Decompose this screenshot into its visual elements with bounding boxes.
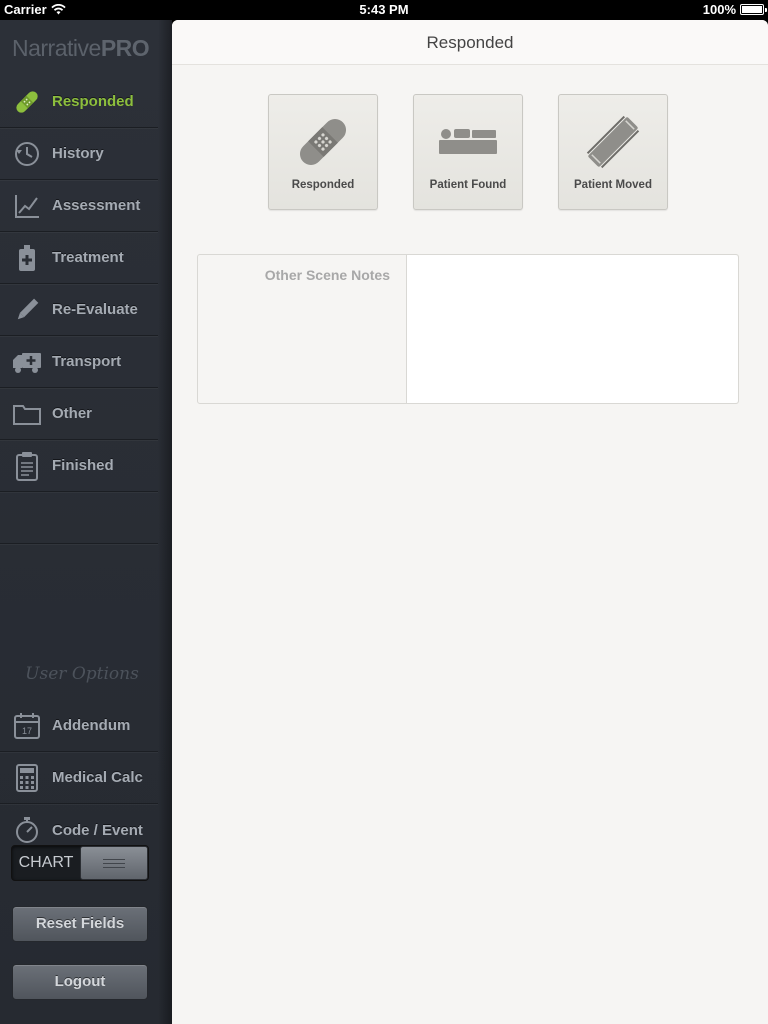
sidebar-item-label: Treatment	[52, 249, 124, 266]
clipboard-icon	[12, 451, 42, 481]
user-options-heading: User Options	[25, 664, 139, 684]
grip-icon	[103, 858, 125, 868]
scene-notes-group: Other Scene Notes	[197, 254, 739, 404]
sidebar-item-label: Responded	[52, 93, 134, 110]
sidebar-item-label: Code / Event	[52, 821, 143, 839]
tile-label: Patient Found	[429, 179, 507, 191]
tile-label: Patient Moved	[574, 179, 652, 191]
responded-tile-button[interactable]: Responded	[268, 94, 378, 210]
sidebar-item-assessment[interactable]: Assessment	[0, 180, 158, 232]
logout-button[interactable]: Logout	[12, 964, 148, 1000]
patient-bed-icon	[414, 115, 522, 169]
clock: 5:43 PM	[359, 2, 409, 17]
action-tiles: Responded Patient Found Patient Moved	[268, 94, 668, 210]
stretcher-icon	[559, 115, 667, 169]
sidebar-item-responded[interactable]: Responded	[0, 76, 158, 128]
sidebar-item-label: Transport	[52, 353, 122, 370]
ambulance-icon	[12, 347, 42, 377]
sidebar-item-label: Finished	[52, 457, 114, 474]
sidebar-item-transport[interactable]: Transport	[0, 336, 158, 388]
app-logo: NarrativePRO	[12, 35, 150, 61]
sidebar-item-label: Re-Evaluate	[52, 301, 138, 318]
reset-fields-button[interactable]: Reset Fields	[12, 906, 148, 942]
calendar-icon: 17	[12, 711, 42, 741]
notes-label: Other Scene Notes	[198, 255, 407, 403]
sidebar-item-history[interactable]: History	[0, 128, 158, 180]
tile-label: Responded	[291, 179, 355, 191]
battery-percent: 100%	[702, 2, 736, 17]
patient-found-tile-button[interactable]: Patient Found	[413, 94, 523, 210]
battery-indicator: 100%	[702, 2, 767, 17]
sidebar-item-label: History	[52, 145, 104, 162]
svg-text:17: 17	[22, 726, 32, 736]
patient-moved-tile-button[interactable]: Patient Moved	[558, 94, 668, 210]
main-panel: Responded Responded Patient Found Patien…	[172, 20, 768, 1024]
sidebar-item-label: Medical Calc	[52, 769, 143, 786]
history-icon	[12, 139, 42, 169]
battery-icon	[740, 4, 767, 15]
iv-bag-icon	[12, 243, 42, 273]
calculator-icon	[12, 763, 42, 793]
user-options-nav: 17 Addendum Medical Calc Code / Event	[0, 700, 158, 856]
sidebar-item-medical-calc[interactable]: Medical Calc	[0, 752, 158, 804]
sidebar-item-treatment[interactable]: Treatment	[0, 232, 158, 284]
sidebar-item-addendum[interactable]: 17 Addendum	[0, 700, 158, 752]
status-bar: Carrier 5:43 PM 100%	[0, 0, 768, 20]
sidebar-item-label: Addendum	[52, 717, 131, 734]
sidebar-item-label: Assessment	[52, 197, 141, 214]
toggle-knob[interactable]	[80, 846, 148, 880]
stopwatch-icon	[12, 815, 42, 845]
sidebar-item-finished[interactable]: Finished	[0, 440, 158, 492]
folder-icon	[12, 399, 42, 429]
sidebar-item-label: Other	[52, 405, 93, 422]
page-title: Responded	[172, 20, 768, 65]
sidebar-item-re-evaluate[interactable]: Re-Evaluate	[0, 284, 158, 336]
bandage-icon	[269, 115, 377, 169]
bandage-icon	[12, 87, 42, 117]
chart-line-icon	[12, 191, 42, 221]
sidebar: NarrativePRO Responded History Assessmen…	[0, 20, 172, 1024]
scene-notes-input[interactable]	[407, 255, 738, 403]
sidebar-divider	[0, 492, 158, 544]
sidebar-item-other[interactable]: Other	[0, 388, 158, 440]
chart-toggle-switch[interactable]: CHART	[11, 845, 149, 881]
pencil-icon	[12, 295, 42, 325]
sidebar-nav: Responded History Assessment Treatment R…	[0, 76, 158, 544]
chart-toggle-label: CHART	[18, 854, 74, 871]
